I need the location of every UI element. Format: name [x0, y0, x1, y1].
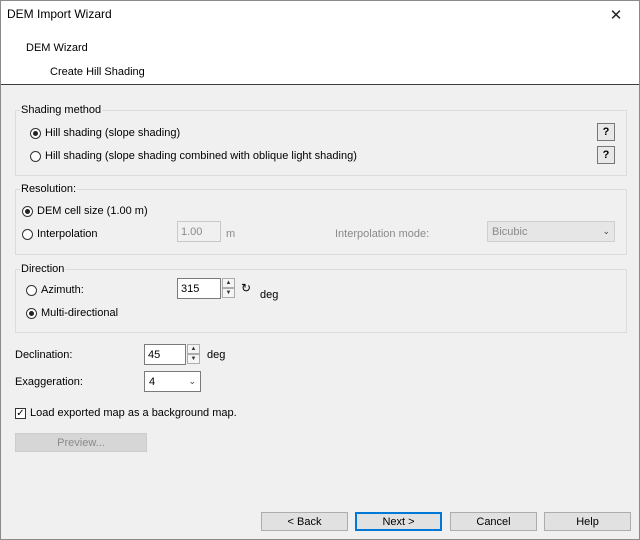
radio-indicator	[22, 228, 33, 240]
radio-label: Hill shading (slope shading combined wit…	[45, 150, 357, 162]
declination-input[interactable]: 45	[144, 344, 186, 365]
title-bar: DEM Import Wizard ✕	[1, 1, 639, 29]
interpolation-unit: m	[226, 228, 236, 240]
radio-azimuth[interactable]: Azimuth:	[26, 284, 84, 296]
interpolation-value-input[interactable]: 1.00	[177, 221, 221, 242]
radio-hill-shading-slope[interactable]: Hill shading (slope shading)	[30, 127, 180, 139]
azimuth-unit: deg	[260, 289, 279, 301]
radio-interpolation[interactable]: Interpolation	[22, 228, 98, 240]
declination-label: Declination:	[15, 349, 73, 361]
radio-multi-directional[interactable]: Multi-directional	[26, 307, 118, 319]
exaggeration-select[interactable]: 4 ⌄	[144, 371, 201, 392]
radio-label: Multi-directional	[41, 307, 119, 319]
cancel-button[interactable]: Cancel	[450, 512, 537, 531]
radio-label: Interpolation	[37, 228, 98, 240]
help-question-button-1[interactable]: ?	[597, 123, 615, 141]
checkmark-icon: ✓	[15, 407, 26, 419]
close-icon[interactable]: ✕	[593, 1, 639, 29]
azimuth-spinner[interactable]: ▲ ▼	[222, 278, 235, 299]
azimuth-input[interactable]: 315	[177, 278, 221, 299]
direction-group	[15, 269, 627, 333]
radio-indicator	[26, 284, 37, 296]
chevron-down-icon: ⌄	[602, 226, 610, 236]
shading-method-legend: Shading method	[20, 104, 103, 116]
spin-up-icon[interactable]: ▲	[222, 278, 235, 288]
radio-label: Azimuth:	[41, 284, 84, 296]
shading-method-group	[15, 110, 627, 176]
radio-indicator	[30, 150, 41, 162]
preview-button[interactable]: Preview...	[15, 433, 147, 452]
interpolation-mode-value: Bicubic	[492, 225, 528, 238]
checkbox-label: Load exported map as a background map.	[30, 407, 237, 419]
step-title: DEM Wizard	[26, 42, 88, 54]
dem-import-wizard-window: DEM Import Wizard ✕ DEM Wizard Create Hi…	[0, 0, 640, 540]
step-subtitle: Create Hill Shading	[50, 66, 145, 78]
help-question-button-2[interactable]: ?	[597, 146, 615, 164]
back-button[interactable]: < Back	[261, 512, 348, 531]
declination-spinner[interactable]: ▲ ▼	[187, 344, 200, 365]
reset-azimuth-icon[interactable]: ↻	[241, 281, 251, 295]
direction-legend: Direction	[20, 263, 66, 275]
spin-up-icon[interactable]: ▲	[187, 344, 200, 354]
radio-label: DEM cell size (1.00 m)	[37, 205, 148, 217]
radio-dem-cell-size[interactable]: DEM cell size (1.00 m)	[22, 205, 148, 217]
radio-indicator-selected	[30, 127, 41, 139]
radio-label: Hill shading (slope shading)	[45, 127, 181, 139]
interpolation-mode-select[interactable]: Bicubic ⌄	[487, 221, 615, 242]
exaggeration-value: 4	[149, 375, 156, 388]
load-background-map-checkbox[interactable]: ✓ Load exported map as a background map.	[15, 407, 237, 419]
chevron-down-icon: ⌄	[188, 376, 196, 386]
window-title: DEM Import Wizard	[7, 7, 112, 21]
radio-indicator-selected	[22, 205, 33, 217]
exaggeration-label: Exaggeration:	[15, 376, 83, 388]
interpolation-mode-label: Interpolation mode:	[335, 228, 430, 240]
wizard-header: DEM Wizard Create Hill Shading	[1, 29, 639, 85]
spin-down-icon[interactable]: ▼	[187, 354, 200, 364]
radio-indicator-selected	[26, 307, 37, 319]
help-button[interactable]: Help	[544, 512, 631, 531]
resolution-legend: Resolution:	[20, 183, 78, 195]
next-button[interactable]: Next >	[355, 512, 442, 531]
spin-down-icon[interactable]: ▼	[222, 288, 235, 298]
radio-hill-shading-oblique[interactable]: Hill shading (slope shading combined wit…	[30, 150, 357, 162]
declination-unit: deg	[207, 349, 226, 361]
